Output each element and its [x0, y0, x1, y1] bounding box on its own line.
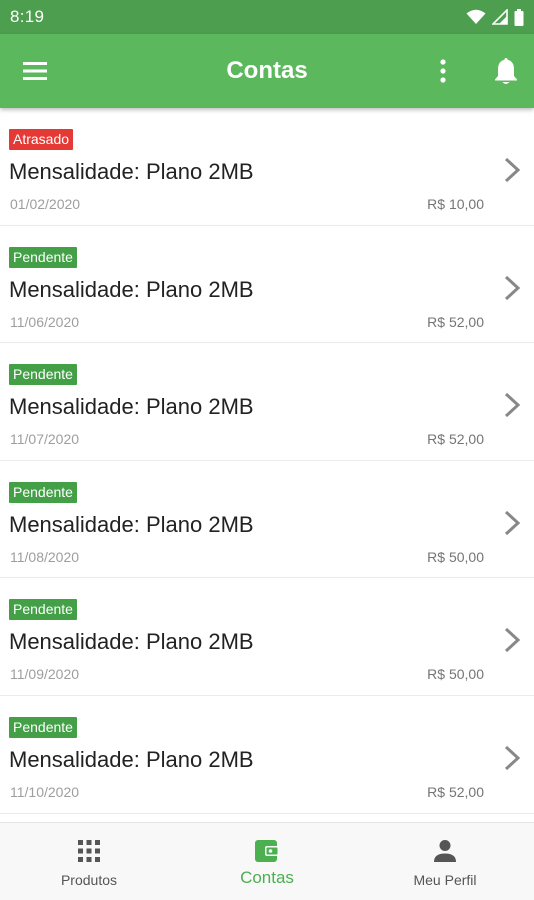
status-time: 8:19 [10, 7, 45, 26]
person-icon [434, 840, 456, 862]
nav-item-contas[interactable]: Contas [178, 823, 356, 900]
bill-date: 11/10/2020 [10, 783, 80, 800]
bill-title: Mensalidade: Plano 2MB [9, 159, 254, 184]
bill-date: 11/09/2020 [10, 666, 80, 683]
status-badge: Pendente [9, 364, 77, 386]
bill-date: 11/08/2020 [10, 548, 80, 565]
status-badge: Pendente [9, 599, 77, 621]
bill-amount: R$ 52,00 [427, 783, 484, 800]
chevron-right-icon [504, 275, 521, 300]
status-badge: Pendente [9, 716, 77, 738]
status-bar: 8:19 [0, 0, 534, 34]
notifications-button[interactable] [490, 54, 522, 88]
bill-item[interactable]: Atrasado Mensalidade: Plano 2MB 01/02/20… [0, 108, 534, 226]
bill-amount: R$ 52,00 [427, 313, 484, 330]
chevron-right-icon [504, 745, 521, 771]
chevron-right-icon [504, 510, 521, 535]
nav-label: Produtos [60, 872, 118, 888]
grid-icon [78, 840, 100, 862]
bill-amount: R$ 50,00 [427, 666, 484, 683]
bill-title: Mensalidade: Plano 2MB [9, 746, 254, 772]
menu-button[interactable] [20, 58, 50, 84]
bill-item[interactable]: Pendente Mensalidade: Plano 2MB 11/08/20… [0, 461, 534, 579]
wifi-icon [466, 9, 486, 24]
status-badge: Pendente [9, 481, 77, 503]
more-vert-icon [440, 59, 446, 83]
hamburger-menu-icon [23, 62, 47, 80]
bottom-navigation: Produtos Contas Meu Perfil [0, 822, 534, 900]
status-icons [466, 8, 524, 26]
bill-title: Mensalidade: Plano 2MB [9, 276, 254, 302]
wallet-icon [255, 840, 279, 862]
nav-label: Meu Perfil [413, 872, 477, 888]
app-bar: Contas [0, 34, 534, 108]
bill-title: Mensalidade: Plano 2MB [9, 629, 254, 655]
bill-amount: R$ 50,00 [427, 548, 484, 565]
bill-list: Atrasado Mensalidade: Plano 2MB 01/02/20… [0, 108, 534, 822]
chevron-right-icon [504, 628, 521, 653]
nav-label: Contas [240, 868, 294, 887]
bill-amount: R$ 52,00 [427, 431, 484, 448]
battery-icon [514, 8, 524, 26]
bill-date: 11/07/2020 [10, 431, 80, 448]
status-badge: Pendente [9, 246, 77, 268]
status-badge: Atrasado [9, 129, 74, 150]
bill-item[interactable]: Pendente Mensalidade: Plano 2MB 11/10/20… [0, 696, 534, 814]
signal-icon [492, 9, 508, 25]
bill-item[interactable]: Pendente Mensalidade: Plano 2MB 11/07/20… [0, 343, 534, 461]
bill-item[interactable]: Pendente Mensalidade: Plano 2MB 11/09/20… [0, 578, 534, 696]
bill-item[interactable]: Pendente Mensalidade: Plano 2MB 11/06/20… [0, 226, 534, 344]
bell-icon [495, 58, 517, 84]
bill-title: Mensalidade: Plano 2MB [9, 394, 254, 420]
more-options-button[interactable] [430, 56, 456, 86]
bill-amount: R$ 10,00 [427, 196, 484, 212]
nav-item-meu-perfil[interactable]: Meu Perfil [356, 823, 534, 900]
bill-title: Mensalidade: Plano 2MB [9, 511, 254, 537]
bill-date: 11/06/2020 [10, 313, 80, 330]
bill-date: 01/02/2020 [10, 196, 81, 212]
chevron-right-icon [504, 393, 521, 418]
chevron-right-icon [504, 157, 521, 183]
nav-item-produtos[interactable]: Produtos [0, 823, 178, 900]
